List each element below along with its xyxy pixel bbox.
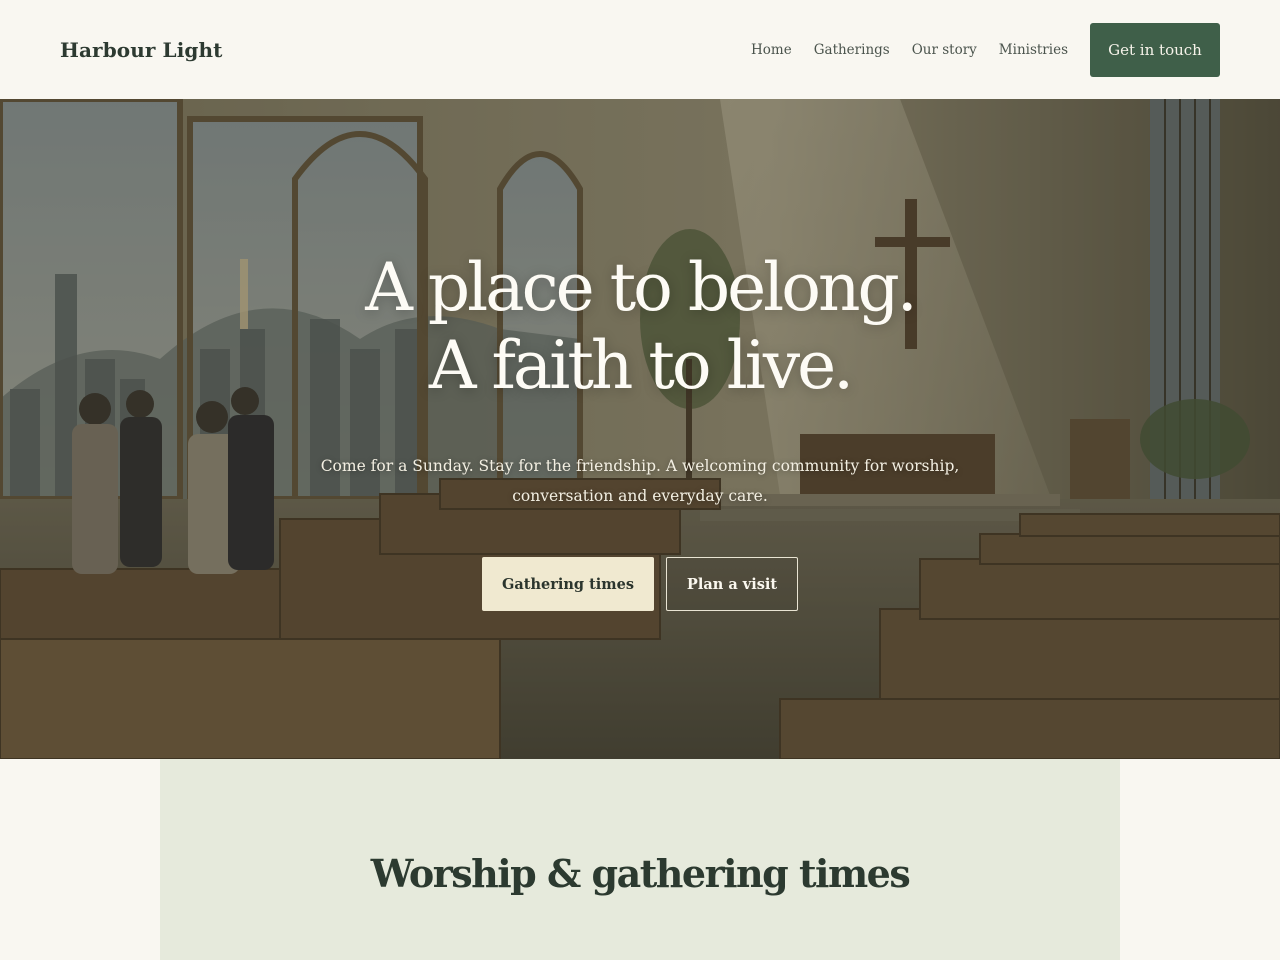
hero-subtitle: Come for a Sunday. Stay for the friendsh…: [320, 451, 960, 511]
hero-content: A place to belong. A faith to live. Come…: [0, 99, 1280, 759]
gathering-section-title: Worship & gathering times: [370, 851, 911, 896]
hero-title-line2: A faith to live.: [428, 327, 854, 404]
hero-title: A place to belong. A faith to live.: [0, 249, 1280, 405]
nav-our-story[interactable]: Our story: [912, 42, 977, 58]
hero-title-line1: A place to belong.: [365, 249, 917, 326]
main-nav: Home Gatherings Our story Ministries Get…: [751, 22, 1220, 77]
hero-subtitle-line2: conversation and everyday care.: [512, 487, 768, 505]
gathering-times-section: Worship & gathering times: [160, 759, 1120, 960]
plan-a-visit-button[interactable]: Plan a visit: [666, 557, 798, 611]
nav-ministries[interactable]: Ministries: [999, 42, 1068, 58]
get-in-touch-button[interactable]: Get in touch: [1090, 22, 1220, 77]
nav-home[interactable]: Home: [751, 42, 792, 58]
nav-gatherings[interactable]: Gatherings: [814, 42, 890, 58]
site-header: Harbour Light Home Gatherings Our story …: [0, 0, 1280, 99]
hero-section: A place to belong. A faith to live. Come…: [0, 99, 1280, 759]
hero-subtitle-line1: Come for a Sunday. Stay for the friendsh…: [320, 457, 960, 475]
gathering-times-button[interactable]: Gathering times: [482, 557, 654, 611]
hero-buttons: Gathering times Plan a visit: [0, 557, 1280, 611]
brand-logo[interactable]: Harbour Light: [60, 38, 222, 62]
